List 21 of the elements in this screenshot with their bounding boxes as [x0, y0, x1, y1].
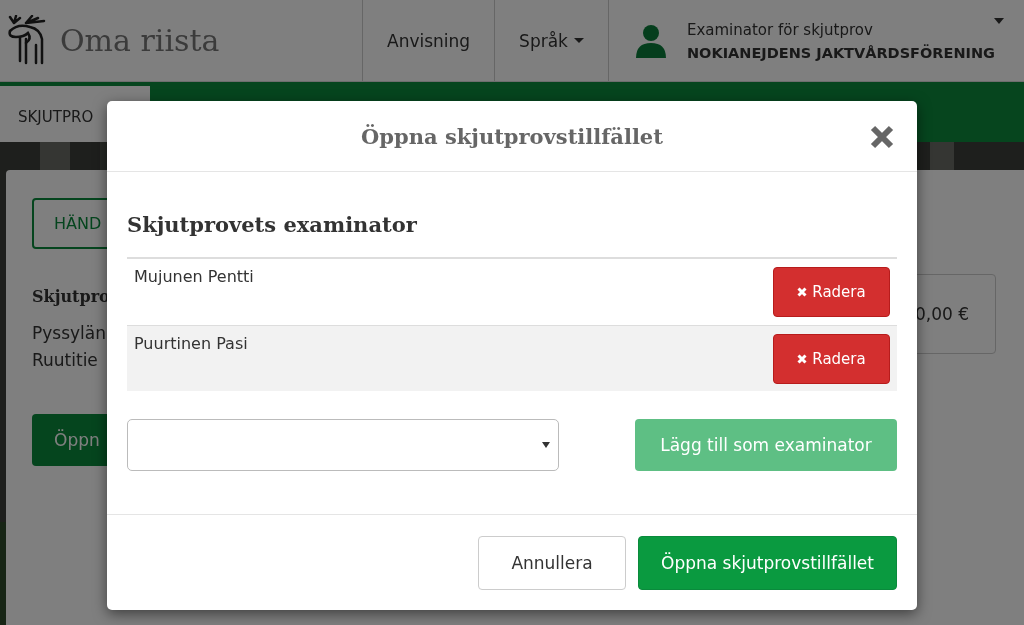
- organisation-name: NOKIANEJDENS JAKTVÅRDSFÖRENING: [686, 44, 995, 61]
- caret-icon[interactable]: [994, 18, 1004, 24]
- user-icon: [634, 23, 667, 58]
- address-line: Pyssylän: [32, 322, 106, 345]
- examiner-name: Puurtinen Pasi: [134, 334, 248, 355]
- nav-link[interactable]: Anvisning: [362, 0, 495, 81]
- address-line: Ruutitie: [32, 349, 99, 372]
- delete-button[interactable]: Radera: [773, 334, 890, 384]
- cancel-button[interactable]: Annullera: [478, 535, 627, 590]
- delete-button[interactable]: Radera: [773, 267, 890, 317]
- close-icon[interactable]: [870, 125, 894, 149]
- nav-link[interactable]: Språk: [494, 0, 608, 81]
- logo-text[interactable]: Oma riista: [60, 23, 220, 58]
- caret-icon: [542, 442, 550, 448]
- close-icon: [797, 354, 808, 364]
- modal-title: Öppna skjutprovstillfället: [361, 123, 663, 149]
- confirm-button[interactable]: Öppna skjutprovstillfället: [638, 535, 897, 590]
- user-role: Examinator för skjutprov: [686, 20, 874, 39]
- close-icon: [797, 287, 808, 297]
- examiner-name: Mujunen Pentti: [134, 267, 254, 288]
- card-heading: Skjutpro: [32, 287, 110, 306]
